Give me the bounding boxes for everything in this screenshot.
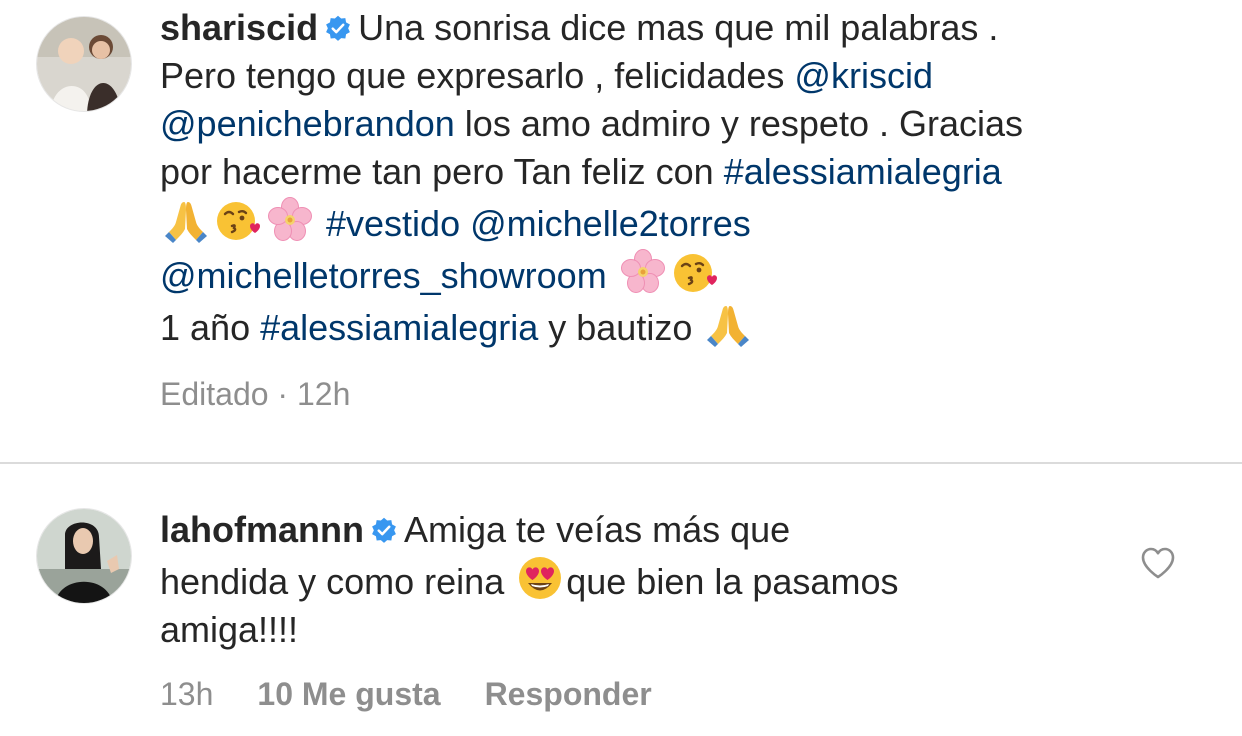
hashtag-alessiamialegria-2[interactable]: #alessiamialegria [260, 307, 538, 348]
smiling-face-with-heart-eyes-icon [516, 554, 564, 602]
cherry-blossom-icon [266, 196, 314, 244]
comment-1-text: shariscid Una sonrisa dice mas que mil pa… [160, 4, 1023, 352]
comment-2-line-3: que bien la pasamos [566, 561, 899, 602]
hashtag-vestido[interactable]: #vestido [326, 203, 460, 244]
mention-michelletorres-showroom[interactable]: @michelletorres_showroom [160, 255, 607, 296]
comment-2-line-4: amiga!!!! [160, 609, 299, 650]
cherry-blossom-icon [619, 248, 667, 296]
folded-hands-icon [162, 196, 210, 244]
mention-michelle2torres[interactable]: @michelle2torres [470, 203, 751, 244]
face-blowing-kiss-icon [671, 248, 719, 296]
comment-2-meta: 13h 10 Me gusta Responder [160, 676, 696, 713]
comment-1-line-4: por hacerme tan pero Tan feliz con [160, 151, 714, 192]
mention-kriscid[interactable]: @kriscid [794, 55, 933, 96]
hashtag-alessiamialegria[interactable]: #alessiamialegria [724, 151, 1002, 192]
avatar-photo [37, 509, 131, 603]
face-blowing-kiss-icon [214, 196, 262, 244]
mention-penichebrandon[interactable]: @penichebrandon [160, 103, 455, 144]
verified-badge-icon [324, 15, 352, 43]
avatar-lahofmannn[interactable] [36, 508, 132, 604]
comment-2-line-2: hendida y como reina [160, 561, 505, 602]
comment-1-line-3: los amo admiro y respeto . Gracias [464, 103, 1024, 144]
comment-1-line-5: 1 año [160, 307, 251, 348]
divider [0, 462, 1242, 464]
comment-1-line-1: Una sonrisa dice mas que mil palabras . [358, 7, 999, 48]
comment-1-line-2: Pero tengo que expresarlo , felicidades [160, 55, 785, 96]
heart-outline-icon[interactable] [1140, 546, 1176, 580]
verified-badge-icon [370, 517, 398, 545]
reply-button[interactable]: Responder [485, 676, 652, 712]
comment-1-edited-time: Editado · 12h [160, 376, 351, 412]
comment-2-time: 13h [160, 676, 214, 712]
comment-1-line-6: y bautizo [548, 307, 693, 348]
avatar-shariscid[interactable] [36, 16, 132, 112]
comment-2-text: lahofmannn Amiga te veías más que hendida… [160, 506, 898, 654]
comment-2-line-1: Amiga te veías más que [404, 509, 791, 550]
folded-hands-icon [704, 300, 752, 348]
comment-1-username[interactable]: shariscid [160, 7, 318, 48]
likes-count-link[interactable]: 10 Me gusta [257, 676, 440, 712]
avatar-photo [37, 17, 131, 111]
comment-1-meta: Editado · 12h [160, 376, 394, 413]
comment-2-username[interactable]: lahofmannn [160, 509, 364, 550]
